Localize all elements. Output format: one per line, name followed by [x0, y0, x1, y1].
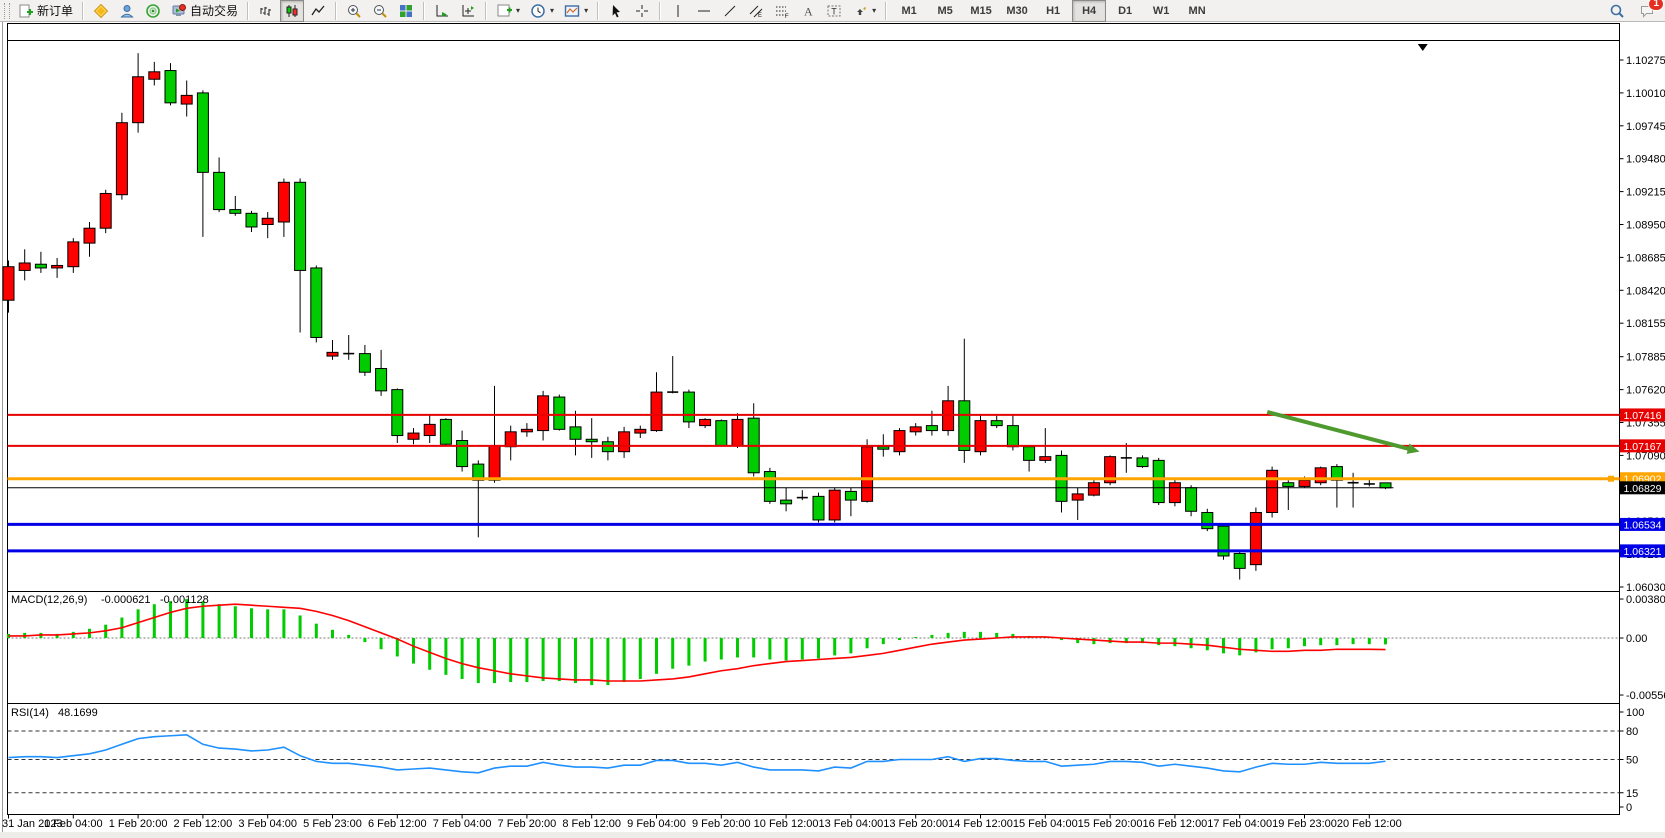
window-bottom-edge — [0, 832, 1665, 838]
chart-canvas: 1.102751.100101.097451.094801.092151.089… — [0, 0, 1665, 838]
rsi-panel-area[interactable] — [8, 704, 1620, 815]
mt4-terminal-window: { "toolbar": { "new_order_label": "新订单",… — [0, 0, 1665, 838]
macd-panel-area[interactable] — [8, 592, 1620, 704]
time-axis[interactable] — [8, 815, 1620, 833]
chart-svg: 1.102751.100101.097451.094801.092151.089… — [0, 0, 1665, 838]
price-axis[interactable] — [1620, 41, 1665, 815]
chart-plot-area[interactable] — [8, 41, 1620, 592]
